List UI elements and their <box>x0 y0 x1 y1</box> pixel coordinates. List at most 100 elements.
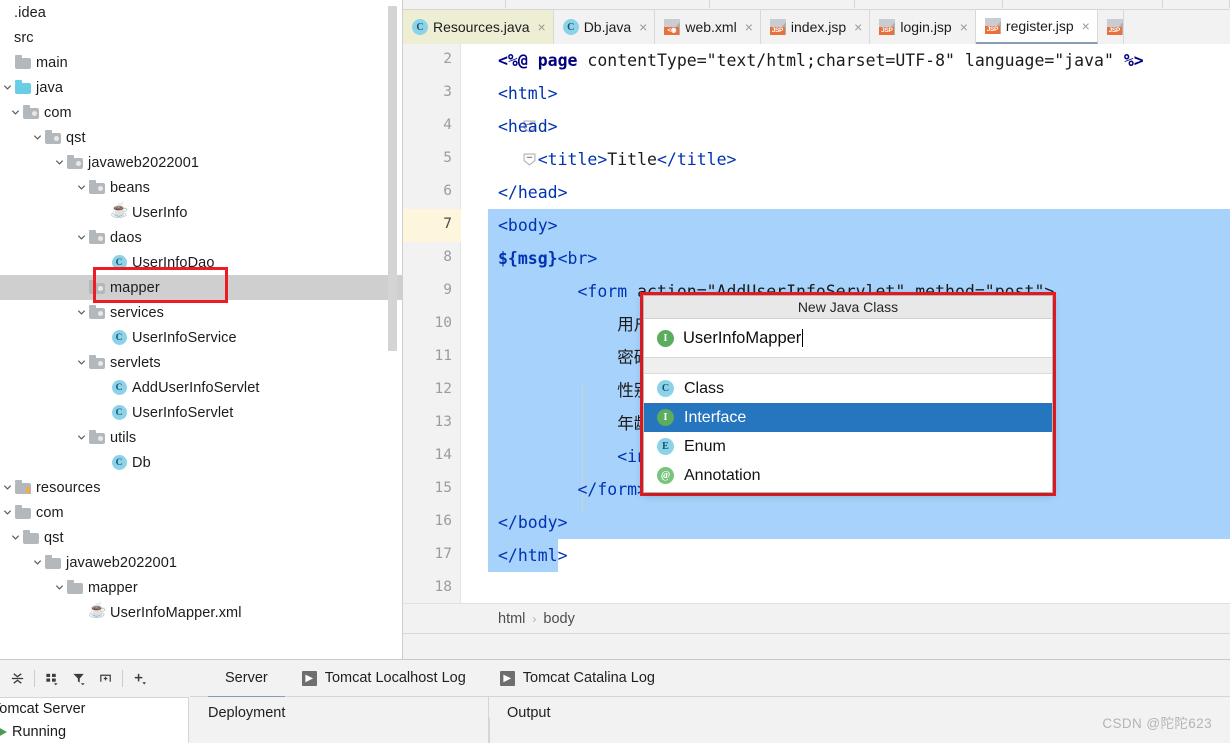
tree-item-mapper[interactable]: mapper <box>0 275 403 300</box>
chevron-down-icon[interactable] <box>74 300 88 325</box>
server-status[interactable]: Running <box>0 724 66 740</box>
tree-item-javaweb2022001[interactable]: javaweb2022001 <box>0 550 403 575</box>
editor-tab-index-jsp[interactable]: JSP index.jsp × <box>760 10 871 44</box>
editor-tab-db-java[interactable]: C Db.java × <box>553 10 656 44</box>
services-toolbar[interactable] <box>0 660 189 697</box>
server-view-tab-bar[interactable]: Server ▶ Tomcat Localhost Log ▶ Tomcat Catal… <box>190 660 1230 698</box>
kind-option-annotation[interactable]: @ Annotation <box>644 461 1052 490</box>
kind-option-list[interactable]: C Class I Interface E Enum @ Annotation <box>644 374 1052 490</box>
tree-item-userinfomapper-xml[interactable]: UserInfoMapper.xml <box>0 600 403 625</box>
tree-item-servlets[interactable]: servlets <box>0 350 403 375</box>
close-icon[interactable]: × <box>960 19 968 35</box>
server-list[interactable]: Tomcat Server Running <box>0 697 189 743</box>
breadcrumb-item-html[interactable]: html <box>498 611 525 627</box>
tree-item-mapper[interactable]: mapper <box>0 575 403 600</box>
tree-item-beans[interactable]: beans <box>0 175 403 200</box>
line-number: 17 <box>434 546 452 562</box>
tree-item-label: com <box>44 104 72 121</box>
close-icon[interactable]: × <box>854 19 862 35</box>
editor-tab-login-jsp[interactable]: JSP login.jsp × <box>870 10 976 44</box>
chevron-down-icon[interactable] <box>0 75 14 100</box>
jsp-file-icon: JSP <box>769 19 786 35</box>
tree-item-adduserinfoservlet[interactable]: C AddUserInfoServlet <box>0 375 403 400</box>
folder-gray-icon <box>22 530 40 544</box>
bottom-tab-tomcat-catalina-log[interactable]: ▶ Tomcat Catalina Log <box>483 660 672 697</box>
breadcrumb-item-body[interactable]: body <box>543 611 574 627</box>
tree-item-label: UserInfoServlet <box>132 404 234 421</box>
editor-tab-label: Db.java <box>583 19 632 35</box>
expand-selection-icon[interactable] <box>92 665 119 692</box>
tree-item--idea[interactable]: .idea <box>0 0 403 25</box>
bottom-tab-label: Tomcat Catalina Log <box>522 670 655 686</box>
line-number: 7 <box>443 216 452 232</box>
fold-gutter[interactable] <box>461 44 536 603</box>
close-icon[interactable]: × <box>639 19 647 35</box>
tree-item-utils[interactable]: utils <box>0 425 403 450</box>
filter-icon[interactable] <box>65 665 92 692</box>
class-icon: C <box>110 405 128 420</box>
kind-option-class[interactable]: C Class <box>644 374 1052 403</box>
chevron-down-icon[interactable] <box>74 425 88 450</box>
line-number: 14 <box>434 447 452 463</box>
close-icon[interactable]: × <box>745 19 753 35</box>
tree-item-daos[interactable]: daos <box>0 225 403 250</box>
tree-item-qst[interactable]: qst <box>0 525 403 550</box>
tree-item-services[interactable]: services <box>0 300 403 325</box>
tree-item-com[interactable]: com <box>0 100 403 125</box>
chevron-down-icon[interactable] <box>74 350 88 375</box>
editor-tab-web-xml[interactable]: <◉ web.xml × <box>655 10 761 44</box>
tree-item-userinfodao[interactable]: C UserInfoDao <box>0 250 403 275</box>
bottom-tab-tomcat-localhost-log[interactable]: ▶ Tomcat Localhost Log <box>285 660 483 697</box>
editor-tab-resources-java[interactable]: C Resources.java × <box>403 10 554 44</box>
line-number: 16 <box>434 513 452 529</box>
project-tree-list[interactable]: .idea src main java com qst javaweb2022001 bean… <box>0 0 403 625</box>
tree-item-userinfoservlet[interactable]: C UserInfoServlet <box>0 400 403 425</box>
bottom-tool-window: Tomcat Server Running Server ▶ Tomcat Loca… <box>0 659 1230 743</box>
code-line: <title>Title</title> <box>537 150 737 169</box>
close-icon[interactable]: × <box>538 19 546 35</box>
chevron-down-icon[interactable] <box>74 175 88 200</box>
column-header-deployment[interactable]: Deployment <box>190 697 489 743</box>
chevron-down-icon[interactable] <box>30 125 44 150</box>
tree-item-resources[interactable]: resources <box>0 475 403 500</box>
folder-src-icon <box>44 130 62 144</box>
editor-tab-register-jsp[interactable]: JSP register.jsp × <box>975 10 1098 44</box>
tree-item-db[interactable]: C Db <box>0 450 403 475</box>
tree-item-main[interactable]: main <box>0 50 403 75</box>
project-tree-panel[interactable]: .idea src main java com qst javaweb2022001 bean… <box>0 0 403 659</box>
kind-option-label: Class <box>684 379 725 397</box>
editor-tabs-row-clipped[interactable] <box>403 0 1230 10</box>
add-icon[interactable] <box>126 665 153 692</box>
chevron-down-icon[interactable] <box>0 475 14 500</box>
editor-tab-partial[interactable]: JSP <box>1097 10 1124 44</box>
group-by-icon[interactable] <box>38 665 65 692</box>
chevron-down-icon[interactable] <box>74 225 88 250</box>
editor-tab-bar[interactable]: C Resources.java × C Db.java × <◉ web.xml × JSP in… <box>403 10 1230 44</box>
tree-item-userinfo[interactable]: UserInfo <box>0 200 403 225</box>
bottom-tab-server[interactable]: Server <box>208 660 285 698</box>
chevron-down-icon[interactable] <box>52 150 66 175</box>
breadcrumb-separator-icon: › <box>532 611 537 626</box>
class-name-input-row[interactable]: I UserInfoMapper <box>644 319 1052 358</box>
class-name-input[interactable]: UserInfoMapper <box>683 329 804 348</box>
tree-item-javaweb2022001[interactable]: javaweb2022001 <box>0 150 403 175</box>
tree-item-userinfoservice[interactable]: C UserInfoService <box>0 325 403 350</box>
server-name[interactable]: Tomcat Server <box>0 701 85 717</box>
tree-item-src[interactable]: src <box>0 25 403 50</box>
chevron-down-icon[interactable] <box>30 550 44 575</box>
tree-item-qst[interactable]: qst <box>0 125 403 150</box>
project-tree-scrollbar[interactable] <box>388 6 397 351</box>
new-java-class-dialog[interactable]: New Java Class I UserInfoMapper C Class I I… <box>643 295 1053 493</box>
kind-option-interface[interactable]: I Interface <box>644 403 1052 432</box>
collapse-all-icon[interactable] <box>4 665 31 692</box>
chevron-down-icon[interactable] <box>52 575 66 600</box>
chevron-down-icon[interactable] <box>0 500 14 525</box>
tree-item-com[interactable]: com <box>0 500 403 525</box>
breadcrumb[interactable]: html › body <box>403 603 1230 634</box>
chevron-down-icon[interactable] <box>8 525 22 550</box>
close-icon[interactable]: × <box>1082 18 1090 34</box>
kind-option-enum[interactable]: E Enum <box>644 432 1052 461</box>
editor-tab-label: index.jsp <box>790 19 847 35</box>
chevron-down-icon[interactable] <box>8 100 22 125</box>
tree-item-java[interactable]: java <box>0 75 403 100</box>
